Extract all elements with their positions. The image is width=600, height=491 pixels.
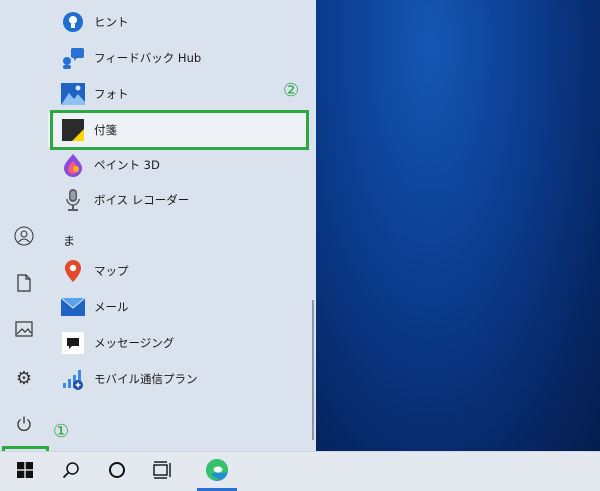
settings-button[interactable]: ⚙ [8,362,40,394]
documents-icon [16,273,32,295]
app-label: ボイス レコーダー [94,193,190,207]
feedback-hub-icon [61,46,85,70]
app-item-feedback-hub[interactable]: フィードバック Hub [48,41,306,75]
group-letter[interactable]: ま [63,232,75,249]
paint-3d-icon [61,153,85,177]
app-item-photos[interactable]: フォト [48,77,306,111]
tips-icon [61,10,85,34]
task-view-icon [153,461,173,482]
start-menu: ⚙ ヒント フィードバック Hub フォト 付箋 ペイント 3D ボイス レコー… [0,0,316,451]
app-label: フォト [94,87,129,101]
mobile-plans-icon [61,367,85,391]
app-item-maps[interactable]: マップ [48,254,306,288]
cortana-icon [108,461,126,482]
search-button[interactable] [48,452,94,491]
task-view-button[interactable] [140,452,186,491]
power-button[interactable] [8,409,40,441]
user-account-button[interactable] [8,221,40,253]
desktop-wallpaper [316,0,600,451]
pictures-icon [15,320,33,340]
app-item-voice-recorder[interactable]: ボイス レコーダー [48,183,306,217]
app-item-tips[interactable]: ヒント [48,5,306,39]
photos-icon [61,82,85,106]
edge-taskbar-button[interactable] [194,452,240,491]
annotation-box-sticky-notes [50,110,309,150]
app-item-messaging[interactable]: メッセージング [48,326,306,360]
pictures-button[interactable] [8,314,40,346]
voice-recorder-icon [61,188,85,212]
app-label: フィードバック Hub [94,51,202,65]
settings-icon: ⚙ [15,367,33,389]
app-label: モバイル通信プラン [94,372,198,386]
app-label: マップ [94,264,129,278]
app-label: ペイント 3D [94,158,160,172]
taskbar [0,451,600,491]
search-icon [62,461,80,482]
app-item-mail[interactable]: メール [48,290,306,324]
start-menu-rail: ⚙ [0,0,48,451]
annotation-step-1: ① [53,421,70,442]
messaging-icon [61,331,85,355]
maps-icon [61,259,85,283]
power-icon [15,415,33,436]
app-list-scrollbar[interactable] [312,300,314,440]
app-label: メール [94,300,129,314]
app-label: メッセージング [94,336,175,350]
windows-start-icon [17,462,33,481]
start-button[interactable] [2,452,48,491]
app-item-paint-3d[interactable]: ペイント 3D [48,148,306,182]
documents-button[interactable] [8,268,40,300]
app-list: ヒント フィードバック Hub フォト 付箋 ペイント 3D ボイス レコーダー… [48,0,310,451]
annotation-step-2: ② [283,80,300,101]
edge-icon [205,458,229,485]
user-icon [14,226,34,249]
app-label: ヒント [94,15,129,29]
app-item-mobile-plans[interactable]: モバイル通信プラン [48,362,306,396]
cortana-button[interactable] [94,452,140,491]
mail-icon [61,295,85,319]
